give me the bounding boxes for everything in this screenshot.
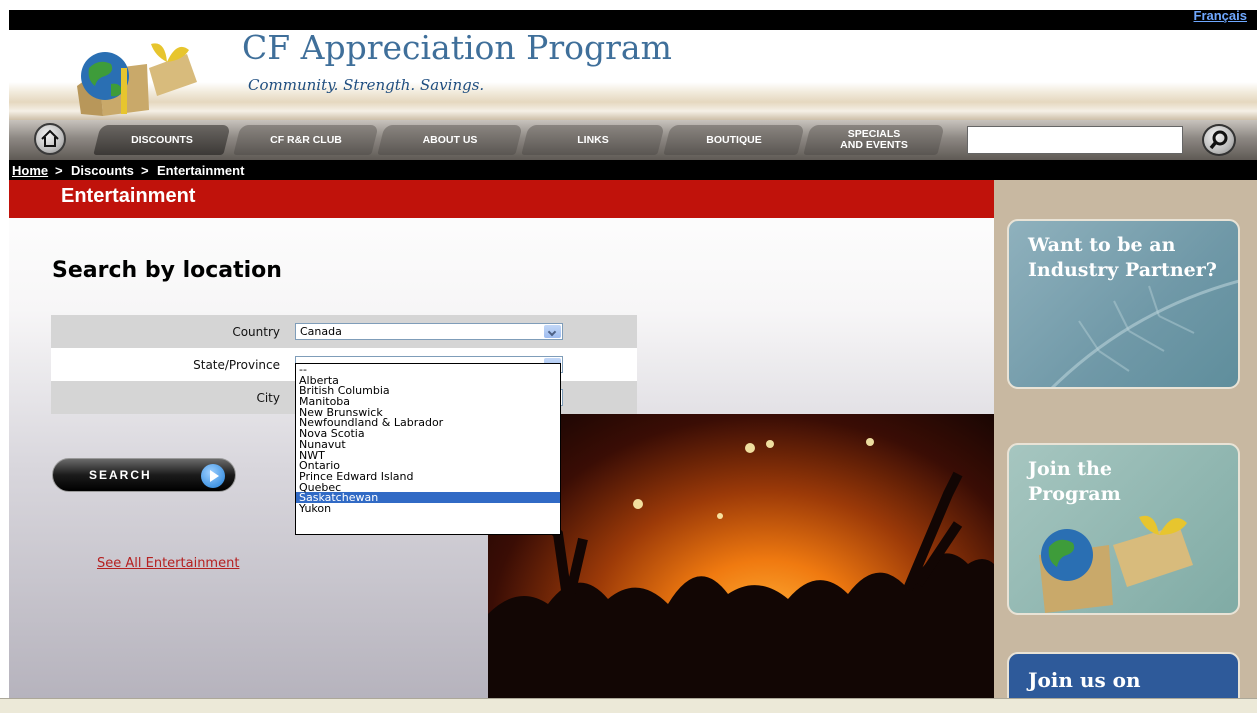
gift-globe-logo[interactable] <box>37 32 217 118</box>
section-header: Entertainment <box>9 180 994 218</box>
nav-tab-label: BOUTIQUE <box>706 133 762 146</box>
gift-globe-icon <box>1039 515 1193 613</box>
nav-tab-label: LINKS <box>577 133 609 146</box>
country-label: Country <box>232 325 280 339</box>
site-search-button[interactable] <box>1202 124 1236 156</box>
home-icon <box>41 129 59 147</box>
sidebar: Want to be an Industry Partner? Join the… <box>994 180 1257 698</box>
concert-crowd-graphic <box>488 438 994 698</box>
main-content: Entertainment Search by location Country… <box>9 180 994 698</box>
province-dropdown-list[interactable]: -- Alberta British Columbia Manitoba New Bru… <box>295 363 561 535</box>
social-promo-text: Join us on <box>1028 668 1141 692</box>
breadcrumb-home-link[interactable]: Home <box>12 163 48 178</box>
nav-tab-discounts[interactable]: DISCOUNTS <box>93 125 231 155</box>
language-bar: Français <box>9 10 1257 30</box>
nav-tab-specials-events[interactable]: SPECIALS AND EVENTS <box>803 125 945 155</box>
nav-tab-label: CF R&R CLUB <box>270 133 342 146</box>
breadcrumb-current: Entertainment <box>157 163 245 178</box>
nav-tab-label: DISCOUNTS <box>131 133 193 146</box>
site-search-input[interactable] <box>967 126 1183 154</box>
chevron-down-icon <box>544 325 561 338</box>
nav-tab-label: SPECIALS AND EVENTS <box>840 128 908 151</box>
nav-tab-about-us[interactable]: ABOUT US <box>377 125 523 155</box>
country-select[interactable]: Canada <box>295 323 563 340</box>
breadcrumb: Home > Discounts > Entertainment <box>9 160 1257 180</box>
join-program-promo[interactable]: Join the Program <box>1007 443 1240 615</box>
social-promo[interactable]: Join us on <box>1007 652 1240 698</box>
breadcrumb-separator: > <box>55 163 63 178</box>
arrow-right-icon <box>201 464 225 488</box>
search-heading: Search by location <box>52 258 282 283</box>
section-title: Entertainment <box>61 185 196 207</box>
country-row: Country Canada <box>51 315 637 348</box>
main-nav: DISCOUNTS CF R&R CLUB ABOUT US LINKS BOU… <box>9 120 1257 160</box>
nav-tab-links[interactable]: LINKS <box>521 125 665 155</box>
site-tagline: Community. Strength. Savings. <box>248 76 485 94</box>
browser-status-bar <box>0 698 1257 713</box>
browser-page: Français CF Appreciation Program Communi… <box>9 10 1257 698</box>
province-label: State/Province <box>193 358 280 372</box>
french-language-link[interactable]: Français <box>1194 10 1247 23</box>
site-title: CF Appreciation Program <box>242 28 672 67</box>
see-all-entertainment-link[interactable]: See All Entertainment <box>97 556 239 571</box>
province-option[interactable]: Prince Edward Island <box>296 471 560 482</box>
magnifier-icon <box>1209 130 1228 150</box>
breadcrumb-separator: > <box>141 163 149 178</box>
industry-partner-promo[interactable]: Want to be an Industry Partner? <box>1007 219 1240 389</box>
home-button[interactable] <box>34 123 66 155</box>
province-option[interactable]: Nunavut <box>296 439 560 450</box>
nav-tab-label: ABOUT US <box>422 133 478 146</box>
partner-promo-text: Want to be an Industry Partner? <box>1028 234 1217 281</box>
province-option[interactable]: Saskatchewan <box>296 492 560 503</box>
search-button[interactable]: SEARCH <box>52 458 236 492</box>
site-banner: CF Appreciation Program Community. Stren… <box>9 28 1257 120</box>
search-button-label: SEARCH <box>89 468 152 482</box>
country-value: Canada <box>300 325 342 338</box>
nav-tab-cf-rr-club[interactable]: CF R&R CLUB <box>233 125 379 155</box>
concert-crowd-image <box>488 414 994 698</box>
breadcrumb-discounts[interactable]: Discounts <box>71 163 134 178</box>
city-label: City <box>256 391 280 405</box>
province-option[interactable]: Yukon <box>296 503 560 514</box>
nav-tab-boutique[interactable]: BOUTIQUE <box>663 125 805 155</box>
